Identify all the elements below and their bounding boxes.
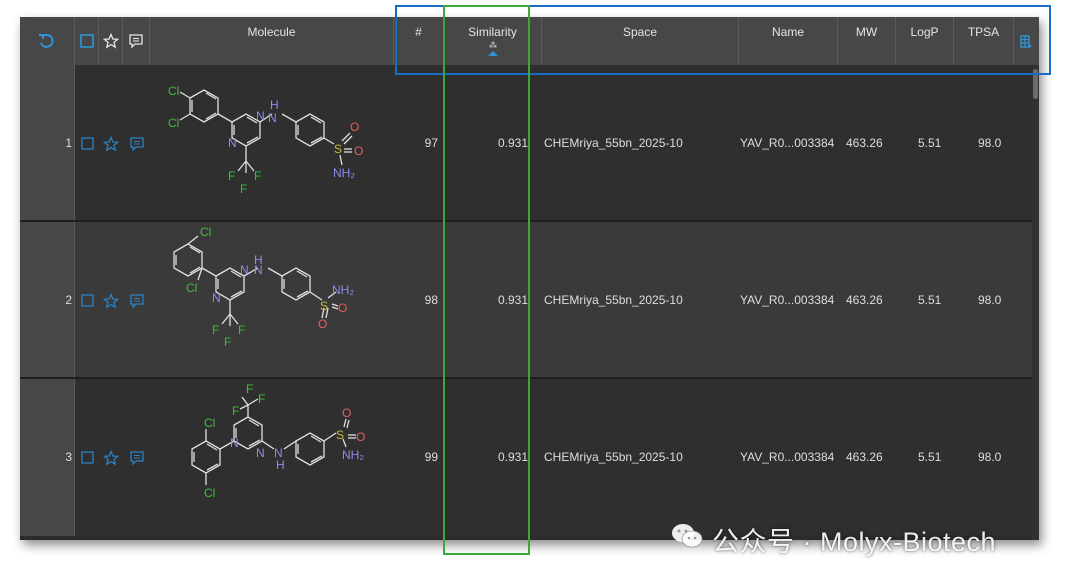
row-space: CHEMriya_55bn_2025-10 [544, 136, 683, 150]
row-comment-icon[interactable] [129, 450, 145, 471]
row-actions [79, 135, 149, 152]
checkbox-icon[interactable] [80, 34, 94, 51]
atom-cl: Cl [168, 84, 179, 98]
atom-f: F [240, 182, 247, 196]
row-logp: 5.51 [918, 136, 942, 150]
row-comment-icon[interactable] [129, 293, 145, 314]
atom-h: H [276, 458, 285, 472]
row-number: 99 [424, 450, 438, 464]
atom-n: N [230, 436, 239, 450]
watermark: 公众号 · Molyx-Biotech [670, 522, 997, 557]
row-name: YAV_R0...003384 [740, 136, 835, 150]
atom-n: N [268, 111, 277, 125]
watermark-text: 公众号 · Molyx-Biotech [712, 526, 997, 557]
atom-cl: Cl [200, 225, 211, 239]
row-index: 1 [65, 136, 72, 150]
atom-f: F [228, 169, 235, 183]
vertical-scrollbar[interactable] [1032, 65, 1039, 540]
atom-f: F [254, 169, 261, 183]
header-favorite-cell [99, 17, 123, 65]
atom-nh2: NH₂ [342, 448, 364, 462]
atom-f: F [238, 323, 245, 337]
row-comment-icon[interactable] [129, 136, 145, 157]
row-checkbox[interactable] [81, 451, 95, 470]
row-logp: 5.51 [918, 293, 942, 307]
row-index: 2 [65, 293, 72, 307]
header-undo-cell [20, 17, 75, 65]
atom-nh2: NH₂ [333, 166, 355, 180]
header-molecule[interactable]: Molecule [150, 17, 394, 65]
row-tpsa: 98.0 [978, 136, 1002, 150]
row-tpsa: 98.0 [978, 293, 1002, 307]
atom-s: S [320, 299, 328, 313]
atom-f: F [258, 392, 265, 406]
atom-f: F [232, 404, 239, 418]
row-checkbox[interactable] [81, 137, 95, 156]
atom-s: S [334, 142, 342, 156]
row-number: 98 [424, 293, 438, 307]
atom-n: N [256, 446, 265, 460]
row-star-icon[interactable] [102, 292, 120, 314]
row-index-cell: 2 [20, 222, 75, 379]
row-index-cell: 3 [20, 379, 75, 536]
undo-icon[interactable] [38, 33, 54, 52]
atom-n: N [212, 291, 221, 305]
molecule-structure[interactable]: Cl Cl N H N N S O O NH₂ F F F [150, 222, 410, 379]
row-name: YAV_R0...003384 [740, 450, 835, 464]
atom-f: F [224, 335, 231, 349]
row-space: CHEMriya_55bn_2025-10 [544, 293, 683, 307]
atom-h: H [254, 253, 263, 267]
atom-nh2: NH₂ [332, 283, 354, 297]
row-actions [79, 292, 149, 309]
row-name: YAV_R0...003384 [740, 293, 835, 307]
molecule-structure[interactable]: F F F N N Cl Cl N H S O O NH₂ [150, 379, 410, 536]
atom-n: N [256, 109, 265, 123]
row-logp: 5.51 [918, 450, 942, 464]
atom-s: S [336, 428, 344, 442]
atom-o: O [342, 406, 351, 420]
row-tpsa: 98.0 [978, 450, 1002, 464]
atom-cl: Cl [186, 281, 197, 295]
similarity-highlight-box [443, 5, 530, 555]
row-index: 3 [65, 450, 72, 464]
atom-cl: Cl [204, 486, 215, 500]
row-mw: 463.26 [846, 136, 883, 150]
atom-o: O [338, 301, 347, 315]
atom-o: O [354, 144, 363, 158]
atom-cl: Cl [168, 116, 179, 130]
atom-o: O [356, 430, 365, 444]
row-space: CHEMriya_55bn_2025-10 [544, 450, 683, 464]
header-comment-cell [123, 17, 150, 65]
row-number: 97 [424, 136, 438, 150]
atom-h: H [270, 98, 279, 112]
row-index-cell: 1 [20, 65, 75, 222]
row-star-icon[interactable] [102, 135, 120, 157]
molecule-structure[interactable]: Cl Cl N H N N S O O NH₂ F F F [150, 65, 410, 222]
wechat-logo-icon [670, 522, 704, 557]
row-checkbox[interactable] [81, 294, 95, 313]
header-select-cell [75, 17, 99, 65]
atom-o: O [350, 120, 359, 134]
row-actions [79, 449, 149, 466]
row-star-icon[interactable] [102, 449, 120, 471]
atom-n: N [228, 136, 237, 150]
comment-icon[interactable] [128, 33, 144, 52]
atom-f: F [212, 323, 219, 337]
row-mw: 463.26 [846, 293, 883, 307]
atom-o: O [318, 317, 327, 331]
star-icon[interactable] [102, 32, 120, 52]
row-mw: 463.26 [846, 450, 883, 464]
atom-cl: Cl [204, 416, 215, 430]
atom-n: N [240, 263, 249, 277]
atom-f: F [246, 382, 253, 396]
